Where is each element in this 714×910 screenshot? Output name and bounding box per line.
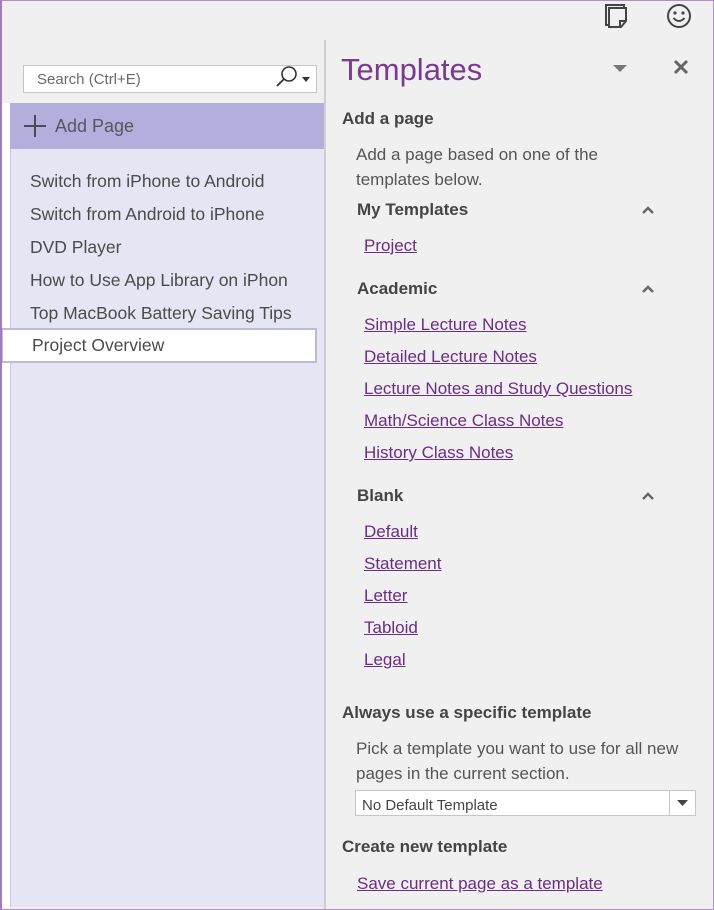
group-name: My Templates xyxy=(357,200,469,219)
page-navigation-pane: Add Page Switch from iPhone to Android S… xyxy=(0,0,325,910)
dropdown-arrow-button[interactable] xyxy=(669,791,695,815)
page-list: Switch from iPhone to Android Switch fro… xyxy=(1,149,324,907)
search-box xyxy=(23,65,317,93)
template-link[interactable]: Default xyxy=(364,522,418,542)
page-item[interactable]: How to Use App Library on iPhon xyxy=(11,264,316,297)
template-link[interactable]: Letter xyxy=(364,586,407,606)
templates-pane: Templates Add a page Add a page based on… xyxy=(326,0,714,910)
template-link[interactable]: History Class Notes xyxy=(364,443,513,463)
create-new-template-heading: Create new template xyxy=(342,837,508,856)
chevron-down-icon xyxy=(613,60,627,78)
description-line: pages in the current section. xyxy=(356,764,570,783)
chevron-up-icon xyxy=(641,491,655,501)
template-link[interactable]: Statement xyxy=(364,554,442,574)
template-link[interactable]: Lecture Notes and Study Questions xyxy=(364,379,632,399)
plus-icon xyxy=(24,115,46,137)
template-link[interactable]: Detailed Lecture Notes xyxy=(364,347,537,367)
save-as-template-link[interactable]: Save current page as a template xyxy=(357,874,603,894)
chevron-up-icon xyxy=(641,205,655,215)
always-use-heading: Always use a specific template xyxy=(342,703,592,722)
search-input[interactable] xyxy=(24,66,270,92)
add-a-page-heading: Add a page xyxy=(342,109,434,128)
close-icon xyxy=(673,59,689,80)
search-scope-button[interactable] xyxy=(270,65,316,94)
default-template-select[interactable]: No Default Template xyxy=(355,790,696,816)
close-pane-button[interactable] xyxy=(670,58,692,80)
template-link[interactable]: Simple Lecture Notes xyxy=(364,315,527,335)
template-link[interactable]: Tabloid xyxy=(364,618,418,638)
group-name: Blank xyxy=(357,486,404,505)
section-edge-strip xyxy=(2,103,10,908)
chevron-down-icon xyxy=(301,70,311,88)
group-academic[interactable]: Academic xyxy=(357,279,657,299)
pane-title: Templates xyxy=(341,52,483,87)
add-page-button[interactable]: Add Page xyxy=(10,103,324,149)
description-line: templates below. xyxy=(356,170,483,189)
page-item[interactable]: DVD Player xyxy=(11,231,316,264)
template-link[interactable]: Legal xyxy=(364,650,406,670)
group-my-templates[interactable]: My Templates xyxy=(357,200,657,220)
template-link[interactable]: Project xyxy=(364,236,417,256)
page-item[interactable]: Switch from iPhone to Android xyxy=(11,165,316,198)
group-name: Academic xyxy=(357,279,438,298)
group-blank[interactable]: Blank xyxy=(357,486,657,506)
chevron-down-icon xyxy=(677,794,688,812)
page-item-selected[interactable]: Project Overview xyxy=(1,328,317,363)
description-line: Add a page based on one of the xyxy=(356,145,598,164)
template-link[interactable]: Math/Science Class Notes xyxy=(364,411,563,431)
chevron-up-icon xyxy=(641,284,655,294)
description-line: Pick a template you want to use for all … xyxy=(356,739,679,758)
selected-value: No Default Template xyxy=(362,796,498,814)
pane-options-button[interactable] xyxy=(610,62,630,76)
search-icon xyxy=(275,65,301,94)
always-use-description: Pick a template you want to use for all … xyxy=(356,736,678,786)
add-a-page-description: Add a page based on one of the templates… xyxy=(356,142,598,192)
page-item[interactable]: Switch from Android to iPhone xyxy=(11,198,316,231)
add-page-label: Add Page xyxy=(55,115,135,136)
page-item[interactable]: Top MacBook Battery Saving Tips xyxy=(11,297,316,330)
